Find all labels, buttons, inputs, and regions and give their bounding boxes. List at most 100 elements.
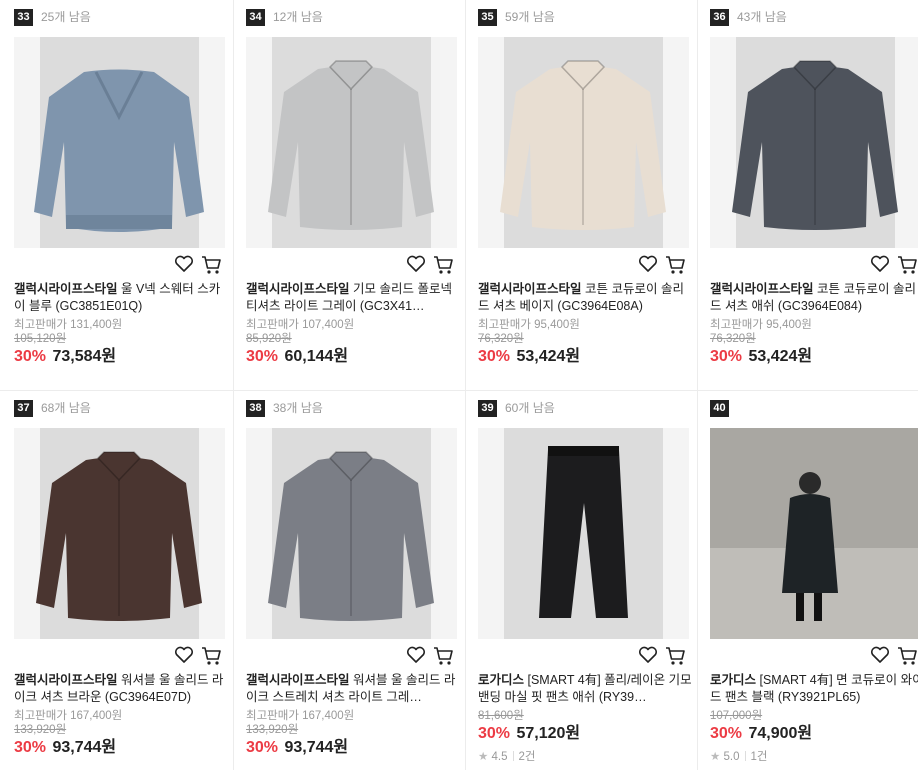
brand-name: 갤럭시라이프스타일 (710, 282, 814, 296)
discount-rate: 30% (246, 348, 279, 365)
sale-price: 60,144원 (284, 348, 349, 365)
rating: ★ 4.5 2건 (478, 750, 536, 764)
rank-badge: 39 (478, 400, 497, 417)
product-title[interactable]: 갤럭시라이프스타일 울 V넥 스웨터 스카이 블루 (GC3851E01Q) (14, 281, 228, 314)
stock-remaining: 59개 남음 (505, 10, 555, 24)
heart-icon[interactable] (870, 646, 890, 664)
product-title[interactable]: 로가디스 [SMART 4有] 폴리/레이온 기모 밴딩 마실 핏 팬츠 애쉬 … (478, 672, 692, 705)
cart-icon[interactable] (433, 255, 455, 275)
brand-name: 갤럭시라이프스타일 (14, 282, 118, 296)
product-image[interactable] (14, 37, 225, 248)
cart-icon[interactable] (433, 646, 455, 666)
discount-rate: 30% (14, 348, 47, 365)
star-icon: ★ (710, 751, 721, 763)
product-title[interactable]: 갤럭시라이프스타일 워셔블 울 솔리드 라이크 셔츠 브라운 (GC3964E0… (14, 672, 228, 705)
heart-icon[interactable] (870, 255, 890, 273)
product-image[interactable] (246, 37, 457, 248)
product-image[interactable] (478, 37, 689, 248)
heart-icon[interactable] (638, 646, 658, 664)
star-icon: ★ (478, 751, 489, 763)
sale-price-line: 30% 53,424원 (710, 346, 812, 368)
max-price: 최고판매가 131,400원 (14, 319, 123, 331)
rating-score: 5.0 (723, 751, 740, 763)
product-title[interactable]: 갤럭시라이프스타일 기모 솔리드 폴로넥 티셔츠 라이트 그레이 (GC3X41… (246, 281, 460, 314)
brand-name: 로가디스 (710, 673, 757, 687)
product-title[interactable]: 로가디스 [SMART 4有] 면 코듀로이 와이드 팬츠 블랙 (RY3921… (710, 672, 918, 705)
cart-icon[interactable] (665, 646, 687, 666)
heart-icon[interactable] (174, 255, 194, 273)
heart-icon[interactable] (406, 255, 426, 273)
stock-remaining: 68개 남음 (41, 401, 91, 415)
rank-badge: 37 (14, 400, 33, 417)
product-image[interactable] (14, 428, 225, 639)
heart-icon[interactable] (638, 255, 658, 273)
sale-price-line: 30% 93,744원 (246, 737, 348, 759)
product-title[interactable]: 갤럭시라이프스타일 워셔블 울 솔리드 라이크 스트레치 셔츠 라이트 그레… (246, 672, 460, 705)
discount-rate: 30% (710, 725, 743, 742)
brand-name: 갤럭시라이프스타일 (246, 673, 350, 687)
product-image-graphic (268, 451, 434, 621)
product-card[interactable]: 36 43개 남음 갤럭시라이프스타일 코튼 코듀로이 솔리드 셔츠 애쉬 (G… (700, 0, 918, 391)
rank-badge: 34 (246, 9, 265, 26)
stock-remaining: 12개 남음 (273, 10, 323, 24)
cart-icon[interactable] (201, 255, 223, 275)
sale-price-line: 30% 73,584원 (14, 346, 116, 368)
sale-price: 53,424원 (516, 348, 581, 365)
product-image[interactable] (246, 428, 457, 639)
product-title[interactable]: 갤럭시라이프스타일 코튼 코듀로이 솔리드 셔츠 애쉬 (GC3964E084) (710, 281, 918, 314)
sale-price-line: 30% 74,900원 (710, 723, 812, 745)
heart-icon[interactable] (174, 646, 194, 664)
original-price: 107,000원 (710, 710, 763, 722)
product-image[interactable] (710, 37, 918, 248)
sale-price: 93,744원 (284, 739, 349, 756)
rating-score: 4.5 (491, 751, 508, 763)
rank-badge: 40 (710, 400, 729, 417)
product-image-graphic (36, 451, 202, 621)
max-price: 최고판매가 167,400원 (14, 710, 123, 722)
rank-badge: 33 (14, 9, 33, 26)
discount-rate: 30% (246, 739, 279, 756)
original-price: 76,320원 (710, 333, 756, 345)
stock-remaining: 38개 남음 (273, 401, 323, 415)
product-grid: 33 25개 남음 갤럭시라이프스타일 울 V넥 스웨터 스카이 블루 (GC3… (0, 0, 918, 770)
discount-rate: 30% (478, 348, 511, 365)
sale-price-line: 30% 53,424원 (478, 346, 580, 368)
product-image-graphic (500, 60, 666, 230)
product-image-graphic (710, 428, 918, 639)
product-image-graphic (539, 446, 628, 618)
sale-price: 93,744원 (52, 739, 117, 756)
heart-icon[interactable] (406, 646, 426, 664)
original-price: 85,920원 (246, 333, 292, 345)
cart-icon[interactable] (201, 646, 223, 666)
sale-price: 53,424원 (748, 348, 813, 365)
cart-icon[interactable] (897, 255, 918, 275)
product-card[interactable]: 39 60개 남음 로가디스 [SMART 4有] 폴리/레이온 기모 밴딩 마… (468, 391, 700, 782)
sale-price: 73,584원 (52, 348, 117, 365)
product-card[interactable]: 34 12개 남음 갤럭시라이프스타일 기모 솔리드 폴로넥 티셔츠 라이트 그… (236, 0, 468, 391)
product-title[interactable]: 갤럭시라이프스타일 코튼 코듀로이 솔리드 셔츠 베이지 (GC3964E08A… (478, 281, 692, 314)
product-image[interactable] (478, 428, 689, 639)
cart-icon[interactable] (897, 646, 918, 666)
product-card[interactable]: 35 59개 남음 갤럭시라이프스타일 코튼 코듀로이 솔리드 셔츠 베이지 (… (468, 0, 700, 391)
sale-price: 74,900원 (748, 725, 813, 742)
product-card[interactable]: 40 로가디스 [SMART 4有] 면 코듀로이 와이드 팬츠 블랙 (RY3… (700, 391, 918, 782)
sale-price-line: 30% 60,144원 (246, 346, 348, 368)
original-price: 81,600원 (478, 710, 524, 722)
brand-name: 갤럭시라이프스타일 (246, 282, 350, 296)
sale-price-line: 30% 93,744원 (14, 737, 116, 759)
sale-price: 57,120원 (516, 725, 581, 742)
product-card[interactable]: 38 38개 남음 갤럭시라이프스타일 워셔블 울 솔리드 라이크 스트레치 셔… (236, 391, 468, 782)
brand-name: 로가디스 (478, 673, 525, 687)
stock-remaining: 43개 남음 (737, 10, 787, 24)
max-price: 최고판매가 95,400원 (478, 319, 580, 331)
product-card[interactable]: 37 68개 남음 갤럭시라이프스타일 워셔블 울 솔리드 라이크 셔츠 브라운… (4, 391, 236, 782)
product-card[interactable]: 33 25개 남음 갤럭시라이프스타일 울 V넥 스웨터 스카이 블루 (GC3… (4, 0, 236, 391)
original-price: 76,320원 (478, 333, 524, 345)
max-price: 최고판매가 107,400원 (246, 319, 355, 331)
product-image[interactable] (710, 428, 918, 639)
rank-badge: 38 (246, 400, 265, 417)
rating: ★ 5.0 1건 (710, 750, 768, 764)
brand-name: 갤럭시라이프스타일 (478, 282, 582, 296)
discount-rate: 30% (14, 739, 47, 756)
cart-icon[interactable] (665, 255, 687, 275)
